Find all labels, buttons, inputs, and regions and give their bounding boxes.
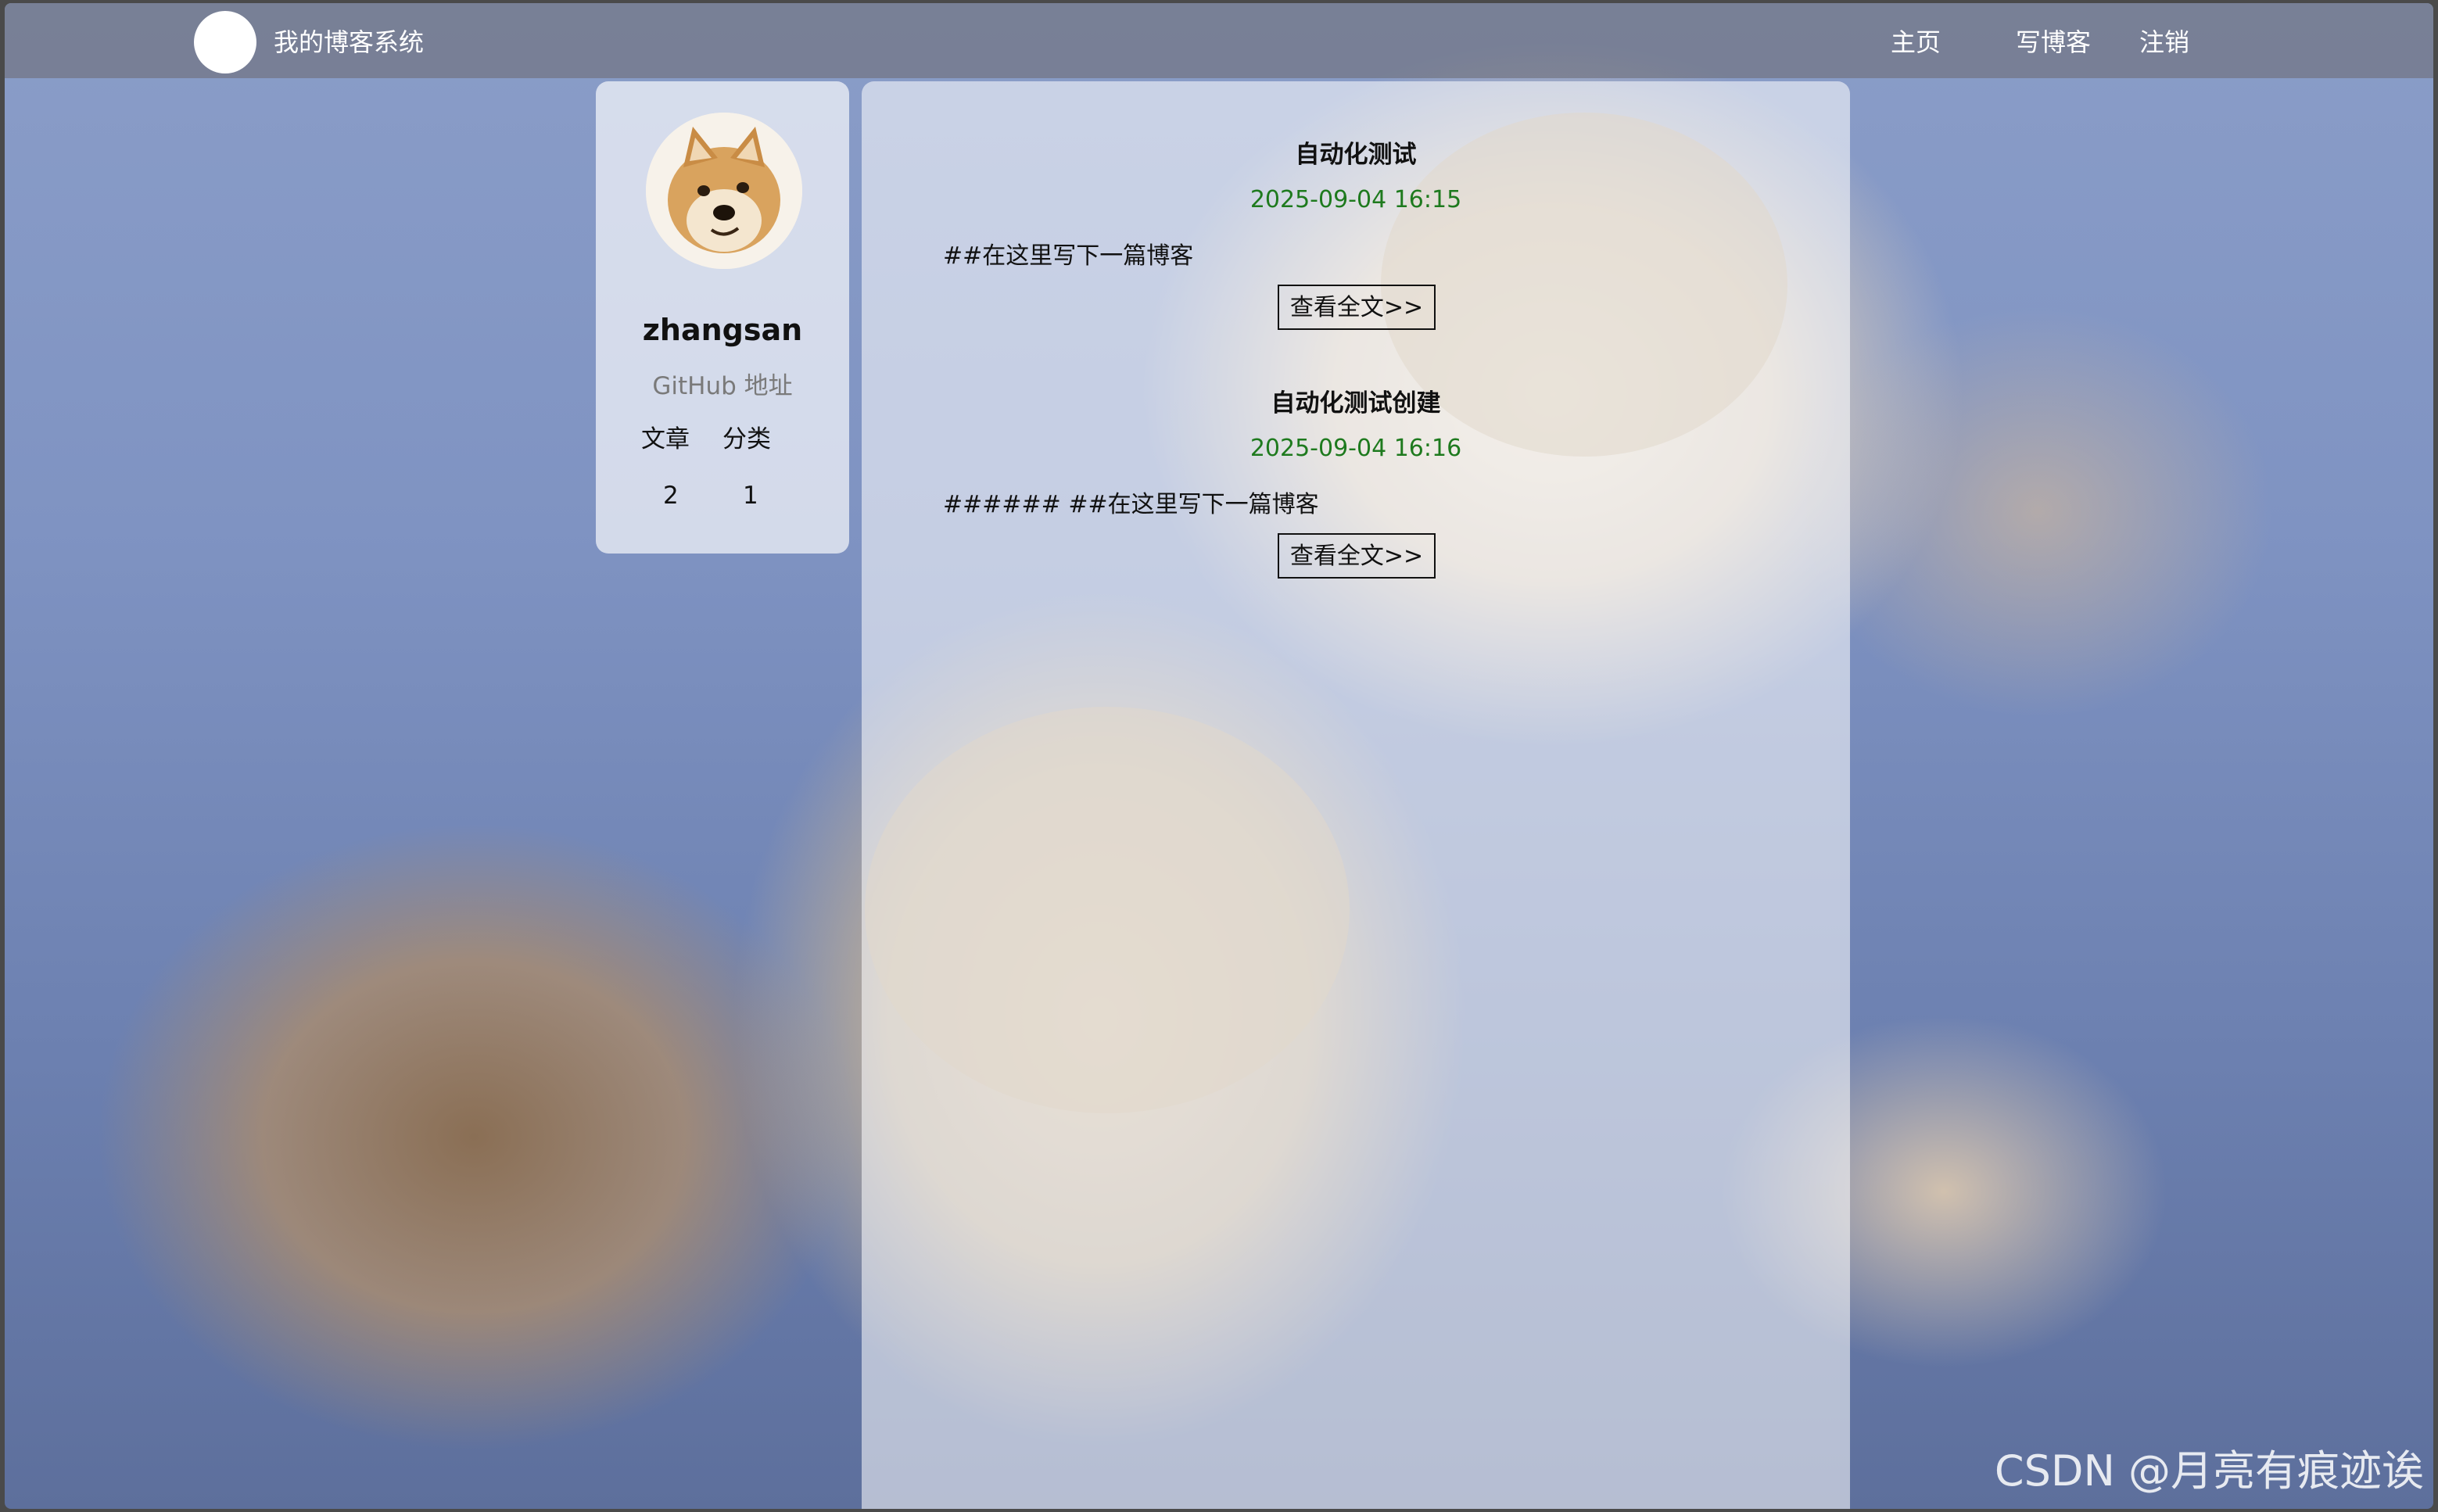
view-full-text-button[interactable]: 查看全文>>: [1278, 533, 1436, 579]
blog-summary: ###### ##在这里写下一篇博客: [943, 491, 1319, 518]
categories-label: 分类: [722, 425, 771, 453]
blog-summary: ##在这里写下一篇博客: [943, 242, 1194, 270]
blog-title: 自动化测试: [1295, 141, 1417, 169]
articles-label: 文章: [641, 425, 690, 453]
blog-date: 2025-09-04 16:15: [1249, 186, 1462, 213]
blog-date: 2025-09-04 16:16: [1249, 435, 1462, 462]
nav-link-write-blog[interactable]: 写博客: [2016, 27, 2091, 58]
user-avatar: [646, 113, 802, 269]
user-profile-card: zhangsan GitHub 地址 文章 分类 2 1: [596, 81, 849, 554]
blog-list-container: 自动化测试 2025-09-04 16:15 ##在这里写下一篇博客 查看全文>…: [862, 81, 1850, 1509]
view-full-text-button[interactable]: 查看全文>>: [1278, 285, 1436, 330]
doge-avatar-icon: [646, 113, 802, 269]
browser-viewport: 我的博客系统 主页 写博客 注销 zhangsan GitHub 地址 文章 分…: [5, 3, 2433, 1509]
username: zhangsan: [642, 313, 803, 347]
csdn-watermark: CSDN @月亮有痕迹诶: [1994, 1446, 2424, 1496]
nav-link-home[interactable]: 主页: [1891, 27, 1941, 58]
site-logo: [194, 11, 256, 73]
site-title: 我的博客系统: [274, 27, 425, 57]
categories-count: 1: [743, 482, 758, 510]
articles-count: 2: [663, 482, 679, 510]
github-link[interactable]: GitHub 地址: [596, 366, 849, 401]
blog-title: 自动化测试创建: [1271, 389, 1441, 417]
top-navbar: 我的博客系统 主页 写博客 注销: [5, 3, 2433, 78]
nav-link-logout[interactable]: 注销: [2139, 27, 2189, 58]
